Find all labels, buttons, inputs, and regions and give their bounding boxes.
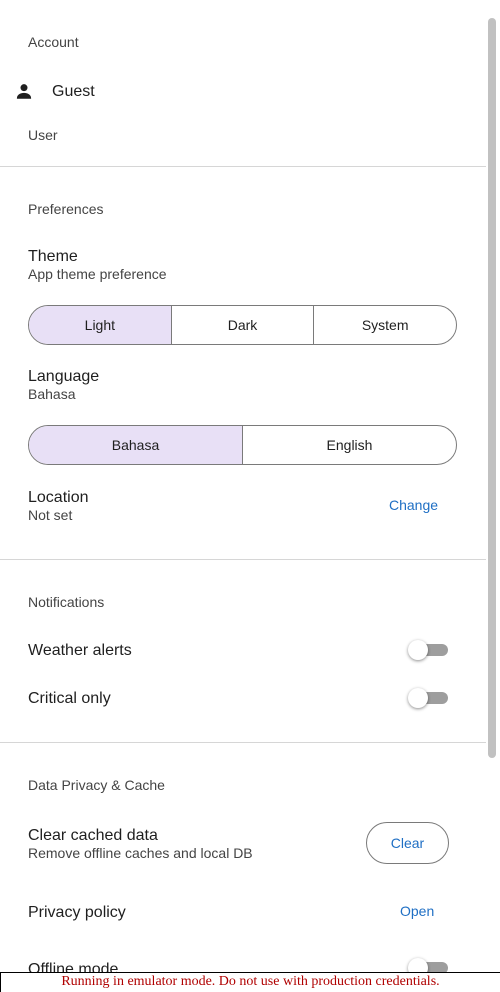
scrollbar[interactable] [486, 0, 500, 992]
weather-alerts-label: Weather alerts [28, 642, 132, 659]
emulator-warning-banner: Running in emulator mode. Do not use wit… [0, 972, 500, 992]
privacy-policy-title: Privacy policy [28, 904, 126, 921]
account-user-role: User [28, 127, 58, 143]
divider [0, 166, 486, 167]
theme-title: Theme [28, 248, 78, 265]
clear-cache-button[interactable]: Clear [366, 822, 449, 864]
preferences-section-title: Preferences [28, 201, 104, 217]
location-subtitle: Not set [28, 507, 73, 523]
clear-cache-subtitle: Remove offline caches and local DB [28, 845, 253, 861]
account-user-row[interactable]: Guest [0, 76, 486, 108]
language-segmented-control: Bahasa English [28, 425, 457, 465]
weather-alerts-toggle[interactable] [408, 638, 450, 662]
location-title: Location [28, 489, 89, 506]
theme-option-system[interactable]: System [313, 306, 456, 344]
theme-subtitle: App theme preference [28, 266, 167, 282]
toggle-thumb [408, 640, 428, 660]
language-subtitle: Bahasa [28, 386, 76, 402]
language-title: Language [28, 368, 100, 385]
theme-segmented-control: Light Dark System [28, 305, 457, 345]
person-icon [14, 81, 34, 101]
critical-only-label: Critical only [28, 690, 111, 707]
scrollbar-thumb[interactable] [488, 18, 496, 758]
account-section-title: Account [28, 34, 79, 50]
divider [0, 742, 486, 743]
settings-page: Account Guest User Preferences Theme App… [0, 0, 486, 992]
privacy-policy-open-button[interactable]: Open [400, 903, 434, 919]
clear-cache-title: Clear cached data [28, 827, 158, 844]
language-option-english[interactable]: English [242, 426, 456, 464]
data-privacy-section-title: Data Privacy & Cache [28, 777, 165, 793]
theme-option-light[interactable]: Light [29, 306, 171, 344]
divider [0, 559, 486, 560]
toggle-thumb [408, 688, 428, 708]
theme-option-dark[interactable]: Dark [170, 306, 314, 344]
account-user-name: Guest [52, 83, 95, 100]
location-change-button[interactable]: Change [389, 497, 438, 513]
critical-only-toggle[interactable] [408, 686, 450, 710]
notifications-section-title: Notifications [28, 594, 105, 610]
language-option-bahasa[interactable]: Bahasa [29, 426, 242, 464]
